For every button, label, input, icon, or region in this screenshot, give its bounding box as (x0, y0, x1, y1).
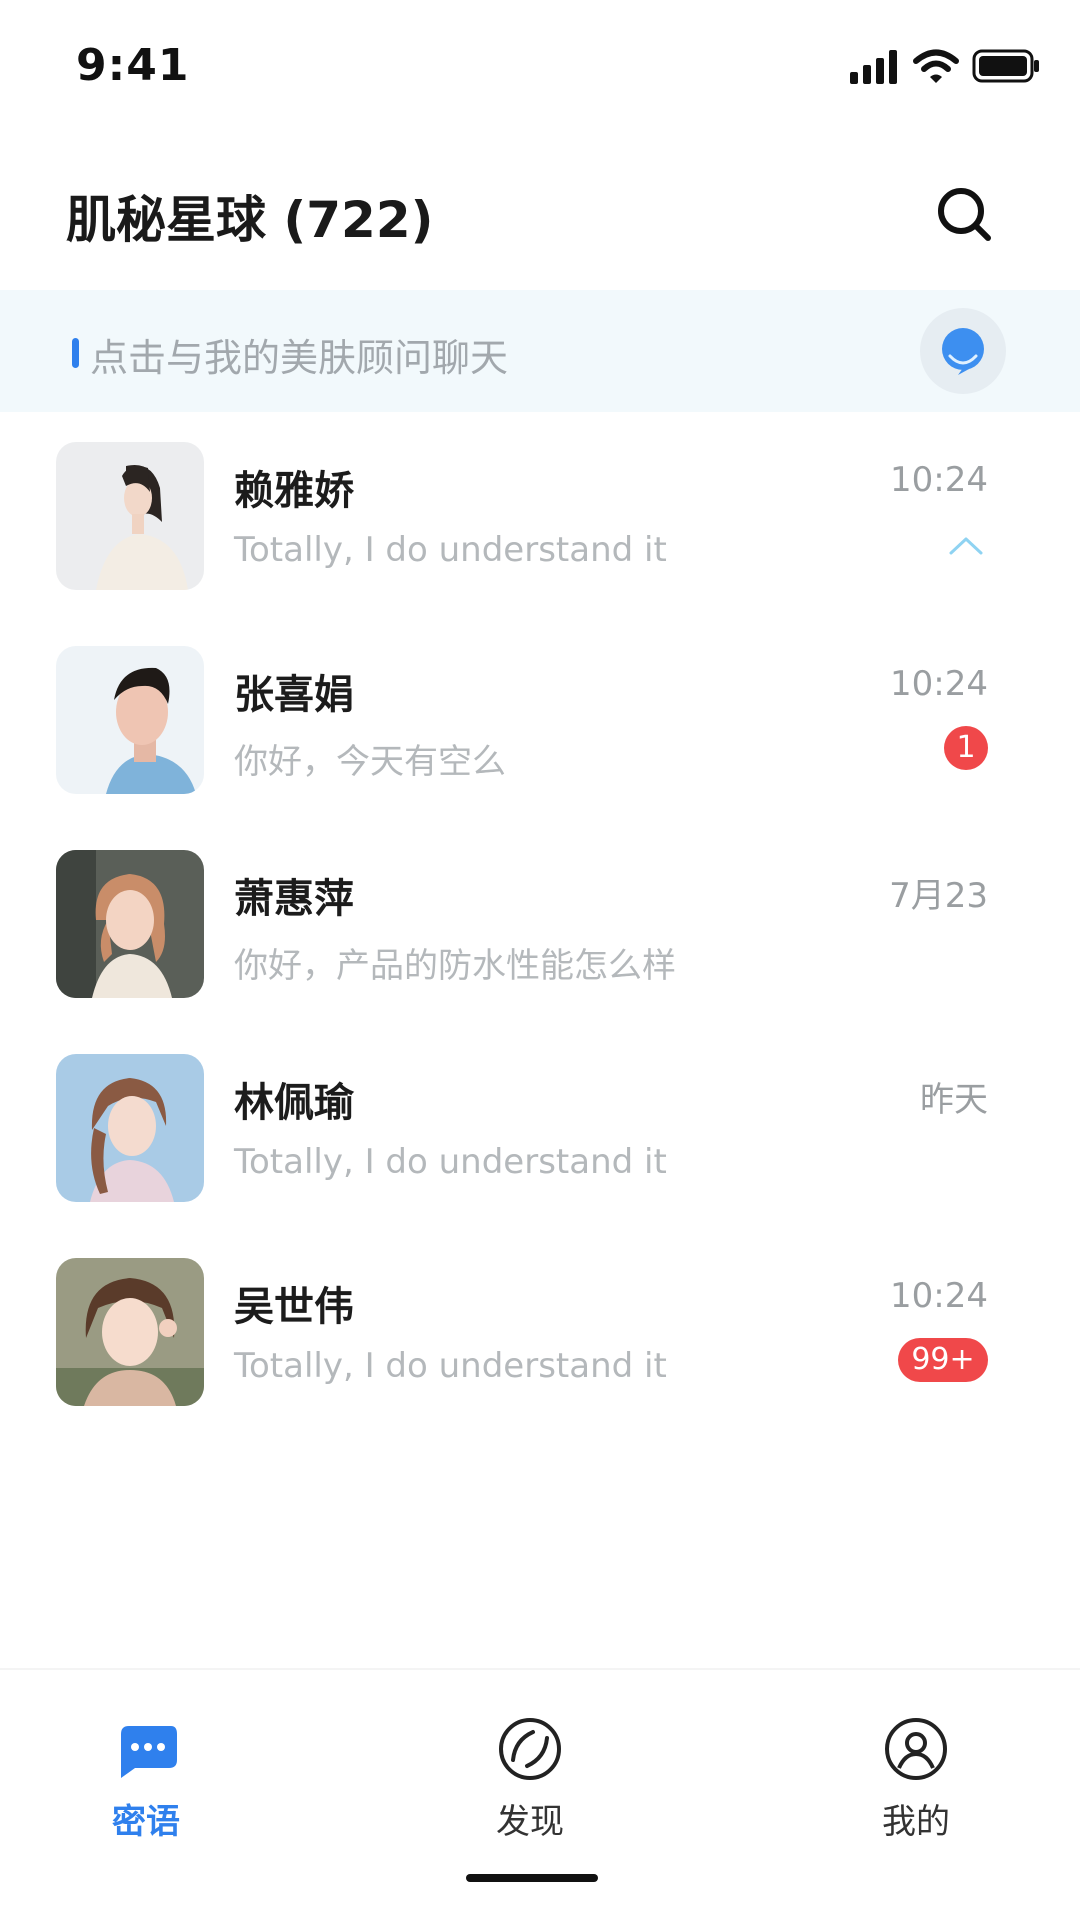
chat-row[interactable]: 萧惠萍 你好，产品的防水性能怎么样 7月23 (0, 820, 1080, 1024)
search-icon[interactable] (930, 180, 1000, 250)
contact-name: 吴世伟 (234, 1284, 354, 1330)
header: 肌秘星球 (722) (0, 150, 1080, 270)
page-title: 肌秘星球 (722) (66, 191, 434, 249)
avatar (56, 442, 204, 590)
last-message: Totally, I do understand it (234, 530, 667, 570)
tab-profile[interactable]: 我的 (816, 1670, 1016, 1850)
chevron-up-icon (949, 537, 983, 555)
tab-label: 密语 (112, 1802, 180, 1842)
message-time: 10:24 (890, 1276, 988, 1316)
message-time: 10:24 (890, 664, 988, 704)
chat-row[interactable]: 林佩瑜 Totally, I do understand it 昨天 (0, 1024, 1080, 1228)
bottom-tab-bar: 密语 发现 我的 (0, 1668, 1080, 1920)
last-message: Totally, I do understand it (234, 1346, 667, 1386)
home-indicator (466, 1874, 598, 1882)
chat-row[interactable]: 张喜娟 你好，今天有空么 10:24 1 (0, 616, 1080, 820)
contact-name: 张喜娟 (234, 672, 354, 718)
banner-accent-bar (72, 338, 79, 368)
status-bar: 9:41 (0, 0, 1080, 130)
message-time: 昨天 (920, 1080, 988, 1120)
chat-row[interactable]: 吴世伟 Totally, I do understand it 10:24 99… (0, 1228, 1080, 1432)
message-time: 7月23 (889, 876, 988, 916)
message-time: 10:24 (890, 460, 988, 500)
contact-name: 萧惠萍 (234, 876, 354, 922)
contact-name: 赖雅娇 (234, 468, 354, 514)
unread-badge: 1 (944, 726, 988, 770)
last-message: 你好，今天有空么 (234, 742, 506, 782)
avatar (56, 646, 204, 794)
tab-label: 我的 (882, 1802, 950, 1842)
last-message: 你好，产品的防水性能怎么样 (234, 946, 676, 986)
tab-messages[interactable]: 密语 (46, 1670, 246, 1850)
avatar (56, 1258, 204, 1406)
advisor-bubble-icon (942, 328, 984, 375)
banner-text: 点击与我的美肤顾问聊天 (90, 336, 509, 380)
contact-name: 林佩瑜 (234, 1080, 354, 1126)
status-time: 9:41 (76, 40, 190, 91)
advisor-chat-banner[interactable]: 点击与我的美肤顾问聊天 (0, 290, 1080, 412)
tab-discover[interactable]: 发现 (430, 1670, 630, 1850)
chat-bubble-icon (121, 1726, 177, 1778)
profile-icon (885, 1718, 947, 1780)
chat-row[interactable]: 赖雅娇 Totally, I do understand it 10:24 (0, 412, 1080, 616)
tab-label: 发现 (496, 1802, 564, 1842)
unread-badge: 99+ (898, 1338, 988, 1382)
chat-list-screen: 9:41 肌秘星球 (722) 点击与我的美肤顾问聊天 赖雅娇 Totally,… (0, 0, 1080, 1920)
discover-icon (499, 1718, 561, 1780)
signal-icon (850, 50, 897, 84)
wifi-icon (913, 49, 959, 83)
avatar (56, 1054, 204, 1202)
avatar (56, 850, 204, 998)
advisor-chat-button[interactable] (920, 308, 1006, 394)
battery-icon (972, 49, 1039, 83)
last-message: Totally, I do understand it (234, 1142, 667, 1182)
